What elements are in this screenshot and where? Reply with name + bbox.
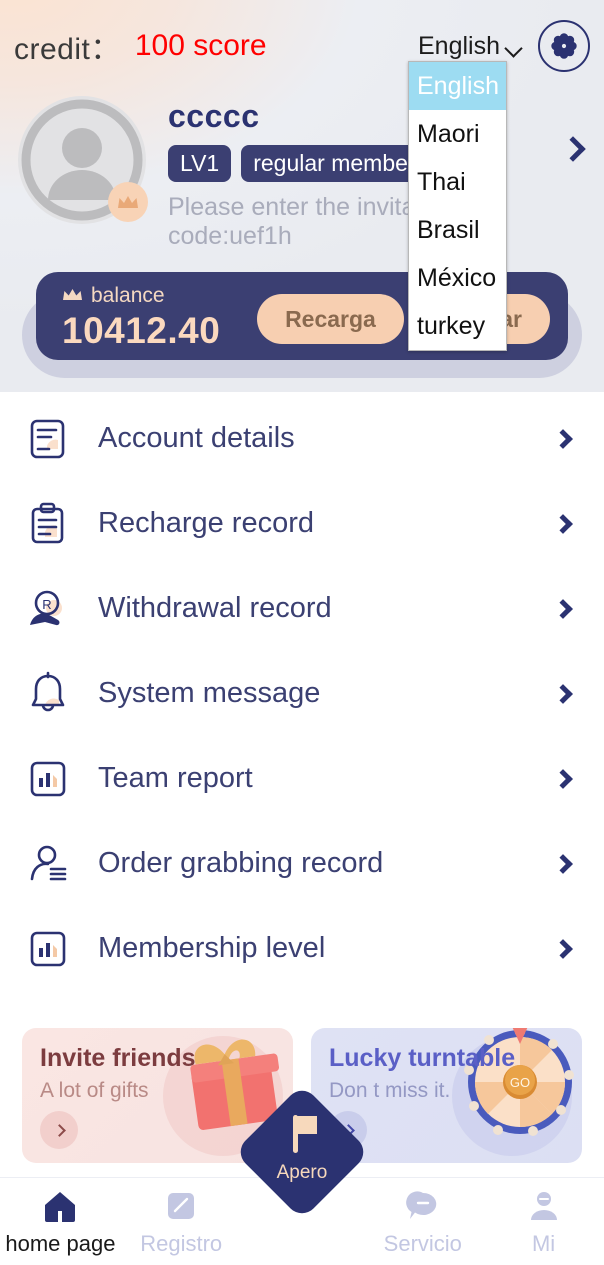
balance-label: balance <box>91 284 165 308</box>
banner-subtitle: Don t miss it. <box>329 1079 582 1103</box>
member-type-badge: regular member <box>241 145 427 182</box>
svg-text:R: R <box>42 597 51 612</box>
banner-title: Invite friends <box>40 1044 293 1073</box>
home-icon <box>40 1186 80 1226</box>
credit-value: 100 score <box>135 29 267 63</box>
chevron-right-icon <box>553 514 573 534</box>
nav-item-label: Mi <box>532 1231 555 1257</box>
banner-go-button[interactable] <box>40 1111 78 1149</box>
banner-subtitle: A lot of gifts <box>40 1079 293 1103</box>
clipboard-icon <box>22 498 74 550</box>
language-option-mexico[interactable]: México <box>409 254 506 302</box>
nav-item-registro[interactable]: Registro <box>121 1186 242 1257</box>
username: ccccc <box>168 98 586 135</box>
menu-list: Account details Recharge record <box>0 396 604 991</box>
avatar[interactable] <box>18 96 146 224</box>
crown-icon <box>62 284 83 308</box>
menu-item-label: System message <box>98 677 320 710</box>
menu-item-order-grabbing-record[interactable]: Order grabbing record <box>22 821 582 906</box>
nav-item-label: Registro <box>140 1231 222 1257</box>
language-option-thai[interactable]: Thai <box>409 158 506 206</box>
menu-item-system-message[interactable]: System message <box>22 651 582 736</box>
chevron-right-icon <box>553 429 573 449</box>
settings-button[interactable] <box>538 20 590 72</box>
menu-item-membership-level[interactable]: Membership level <box>22 906 582 991</box>
chevron-right-icon <box>553 854 573 874</box>
crown-icon <box>108 182 148 222</box>
bottom-navigation: home page Registro <box>0 1177 604 1265</box>
language-option-turkey[interactable]: turkey <box>409 302 506 350</box>
document-lines-icon <box>22 413 74 465</box>
language-option-brasil[interactable]: Brasil <box>409 206 506 254</box>
nav-item-mi[interactable]: Mi <box>483 1186 604 1257</box>
chevron-right-icon <box>553 939 573 959</box>
menu-item-label: Account details <box>98 422 295 455</box>
banner-title: Lucky turntable <box>329 1044 582 1073</box>
language-option-maori[interactable]: Maori <box>409 110 506 158</box>
profile-badges: LV1 regular member <box>168 145 586 182</box>
chevron-right-icon <box>553 769 573 789</box>
nav-item-servicio[interactable]: Servicio <box>362 1186 483 1257</box>
apero-label: Apero <box>277 1162 328 1184</box>
bar-chart-icon <box>22 753 74 805</box>
language-selector[interactable]: English <box>418 32 522 61</box>
profile-row[interactable]: ccccc LV1 regular member Please enter th… <box>0 96 604 226</box>
apero-content: Apero <box>254 1104 350 1200</box>
menu-item-label: Team report <box>98 762 253 795</box>
recharge-button[interactable]: Recarga <box>257 294 404 344</box>
chevron-right-icon <box>53 1124 66 1137</box>
gear-icon <box>551 33 577 59</box>
chat-bubble-icon <box>403 1186 443 1226</box>
menu-item-recharge-record[interactable]: Recharge record <box>22 481 582 566</box>
app-screen: credit： 100 score English <box>0 0 604 1265</box>
pencil-square-icon <box>161 1186 201 1226</box>
top-bar: credit： 100 score English <box>0 18 604 74</box>
level-badge: LV1 <box>168 145 231 182</box>
language-dropdown-list[interactable]: English Maori Thai Brasil México turkey <box>408 61 507 351</box>
person-icon <box>524 1186 564 1226</box>
menu-item-label: Recharge record <box>98 507 314 540</box>
language-selected-label: English <box>418 32 500 61</box>
menu-item-label: Withdrawal record <box>98 592 332 625</box>
apero-button[interactable]: Apero <box>254 1104 350 1200</box>
menu-item-label: Membership level <box>98 932 325 965</box>
menu-item-team-report[interactable]: Team report <box>22 736 582 821</box>
bar-chart-icon <box>22 923 74 975</box>
menu-item-withdrawal-record[interactable]: R Withdrawal record <box>22 566 582 651</box>
menu-item-account-details[interactable]: Account details <box>22 396 582 481</box>
nav-item-label: home page <box>5 1231 115 1257</box>
flag-icon <box>283 1113 321 1160</box>
language-option-english[interactable]: English <box>409 62 506 110</box>
chevron-right-icon <box>553 684 573 704</box>
credit-label: credit： <box>14 24 121 68</box>
menu-item-label: Order grabbing record <box>98 847 383 880</box>
person-list-icon <box>22 838 74 890</box>
nav-item-home-page[interactable]: home page <box>0 1186 121 1257</box>
chevron-right-icon <box>553 599 573 619</box>
header-section: credit： 100 score English <box>0 0 604 392</box>
profile-info: ccccc LV1 regular member Please enter th… <box>168 96 586 226</box>
nav-item-label: Servicio <box>384 1231 462 1257</box>
chevron-down-icon <box>507 42 522 51</box>
hand-coin-r-icon: R <box>22 583 74 635</box>
bell-icon <box>22 668 74 720</box>
